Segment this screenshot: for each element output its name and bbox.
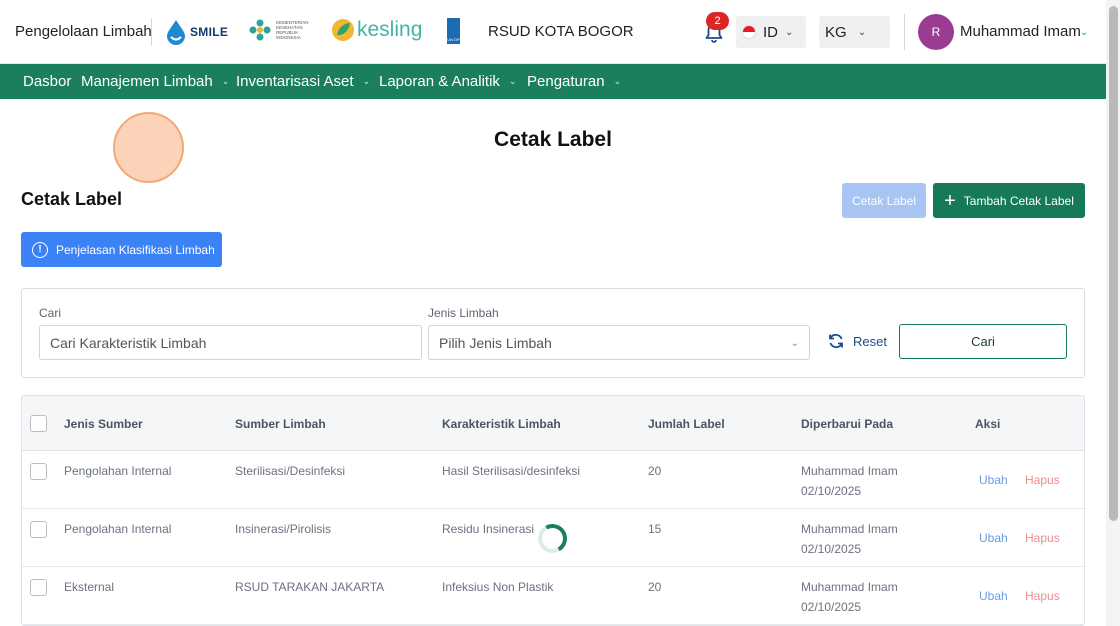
- chevron-down-icon: ⌄: [857, 26, 867, 38]
- kemenkes-logo: KEMENTERIAN KESEHATAN REPUBLIK INDONESIA: [248, 18, 309, 42]
- section-title: Cetak Label: [21, 189, 123, 209]
- table-row: Pengolahan Internal Sterilisasi/Desinfek…: [22, 451, 1084, 509]
- edit-button[interactable]: Ubah: [979, 473, 1008, 487]
- column-header: Sumber Limbah: [235, 417, 326, 431]
- row-checkbox[interactable]: [30, 579, 47, 596]
- edit-button[interactable]: Ubah: [979, 531, 1008, 545]
- chevron-down-icon: ⌄: [790, 338, 799, 349]
- user-name[interactable]: Muhammad Imam: [960, 23, 1081, 40]
- kemenkes-emblem-icon: [249, 19, 271, 41]
- table-row: Eksternal RSUD TARAKAN JAKARTA Infeksius…: [22, 567, 1084, 625]
- kemenkes-text: KEMENTERIAN KESEHATAN REPUBLIK INDONESIA: [276, 20, 309, 40]
- language-value: ID: [763, 23, 778, 41]
- row-checkbox[interactable]: [30, 521, 47, 538]
- column-header: Karakteristik Limbah: [442, 417, 561, 431]
- refresh-icon: [829, 333, 843, 349]
- chevron-down-icon: ⌄: [362, 76, 371, 86]
- labels-table: Jenis Sumber Sumber Limbah Karakteristik…: [21, 395, 1085, 626]
- chevron-down-icon: ⌄: [785, 26, 794, 38]
- header-divider: [151, 18, 152, 46]
- add-print-label-button[interactable]: + Tambah Cetak Label: [933, 183, 1085, 218]
- table-header: Jenis Sumber Sumber Limbah Karakteristik…: [22, 396, 1084, 451]
- avatar[interactable]: R: [918, 14, 954, 50]
- indonesia-flag-icon: [742, 25, 756, 39]
- reset-button[interactable]: Reset: [827, 332, 887, 350]
- smile-logo: SMILE: [165, 18, 228, 46]
- hospital-name: RSUD KOTA BOGOR: [488, 23, 634, 40]
- row-checkbox[interactable]: [30, 463, 47, 480]
- column-header: Diperbarui Pada: [801, 417, 894, 431]
- print-label-button[interactable]: Cetak Label: [842, 183, 926, 218]
- header-divider: [904, 14, 905, 50]
- info-icon: !: [32, 241, 48, 258]
- click-indicator: [113, 112, 184, 183]
- scrollbar-thumb[interactable]: [1109, 6, 1118, 521]
- delete-button[interactable]: Hapus: [1025, 589, 1060, 603]
- nav-item-pengaturan[interactable]: Pengaturan ⌄: [527, 73, 621, 90]
- column-header: Jenis Sumber: [64, 417, 143, 431]
- delete-button[interactable]: Hapus: [1025, 473, 1060, 487]
- edit-button[interactable]: Ubah: [979, 589, 1008, 603]
- waste-type-label: Jenis Limbah: [428, 306, 499, 320]
- notification-badge: 2: [706, 12, 729, 30]
- select-all-checkbox[interactable]: [30, 415, 47, 432]
- plus-icon: +: [944, 189, 956, 212]
- chevron-down-icon: ⌄: [508, 76, 517, 86]
- kesling-leaf-icon: [332, 19, 354, 41]
- search-label: Cari: [39, 306, 62, 320]
- nav-item-dasbor[interactable]: Dasbor: [23, 73, 71, 90]
- delete-button[interactable]: Hapus: [1025, 531, 1060, 545]
- app-name: Pengelolaan Limbah: [15, 23, 152, 40]
- search-button[interactable]: Cari: [899, 324, 1067, 359]
- unit-select[interactable]: KG ⌄: [819, 16, 890, 48]
- search-input[interactable]: Cari Karakteristik Limbah: [39, 325, 422, 360]
- user-menu-chevron-icon[interactable]: ⌄: [1080, 27, 1088, 38]
- undp-logo: UN DP: [447, 18, 460, 44]
- nav-item-manajemen-limbah[interactable]: Manajemen Limbah ⌄: [81, 73, 229, 90]
- language-select[interactable]: ID ⌄: [736, 16, 806, 48]
- waste-classification-info-button[interactable]: ! Penjelasan Klasifikasi Limbah: [21, 232, 222, 267]
- nav-item-inventarisasi-aset[interactable]: Inventarisasi Aset ⌄: [236, 73, 370, 90]
- waste-type-select[interactable]: Pilih Jenis Limbah ⌄: [428, 325, 810, 360]
- column-header: Aksi: [975, 417, 1001, 431]
- main-nav: Dasbor Manajemen Limbah ⌄ Inventarisasi …: [0, 64, 1106, 99]
- nav-item-laporan-analitik[interactable]: Laporan & Analitik ⌄: [379, 73, 516, 90]
- chevron-down-icon: ⌄: [221, 76, 230, 86]
- column-header: Jumlah Label: [648, 417, 725, 431]
- kesling-logo: kesling: [331, 17, 422, 43]
- unit-value: KG: [825, 23, 847, 41]
- smile-drop-icon: [167, 20, 185, 45]
- chevron-down-icon: ⌄: [613, 76, 622, 86]
